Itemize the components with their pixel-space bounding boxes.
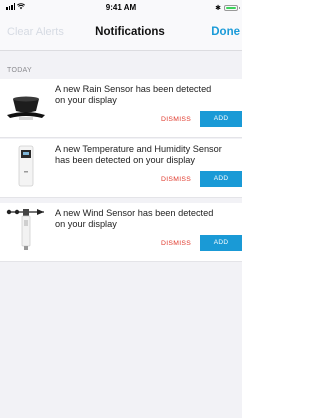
clock: 9:41 AM: [105, 3, 137, 12]
thermo-hygro-sensor-icon: [18, 145, 34, 187]
navigation-bar: Clear Alerts Notifications Done: [0, 16, 242, 51]
rain-sensor-icon: [7, 96, 45, 120]
notification-message: A new Wind Sensor has been detected on y…: [55, 208, 214, 229]
dismiss-button[interactable]: DISMISS: [161, 176, 191, 183]
notification-message: A new Temperature and Humidity Sensor ha…: [55, 144, 222, 165]
add-button[interactable]: ADD: [200, 111, 242, 127]
status-right: ✱: [215, 4, 240, 12]
dismiss-button[interactable]: DISMISS: [161, 240, 191, 247]
add-button[interactable]: ADD: [200, 171, 242, 187]
wind-sensor-icon: [6, 209, 44, 250]
notification-card: A new Temperature and Humidity Sensor ha…: [0, 139, 242, 198]
notifications-screen: 9:41 AM ✱ Clear Alerts Notifications Don…: [0, 0, 242, 418]
notification-card: A new Rain Sensor has been detected on y…: [0, 79, 242, 138]
bluetooth-icon: ✱: [215, 5, 221, 12]
section-header-today: TODAY: [7, 67, 32, 74]
add-button[interactable]: ADD: [200, 235, 242, 251]
notification-message: A new Rain Sensor has been detected on y…: [55, 84, 212, 105]
battery-icon: [224, 5, 240, 11]
dismiss-button[interactable]: DISMISS: [161, 116, 191, 123]
status-bar: 9:41 AM ✱: [0, 0, 242, 16]
clear-alerts-button[interactable]: Clear Alerts: [7, 26, 64, 38]
notification-card: A new Wind Sensor has been detected on y…: [0, 203, 242, 262]
done-button[interactable]: Done: [211, 26, 240, 38]
